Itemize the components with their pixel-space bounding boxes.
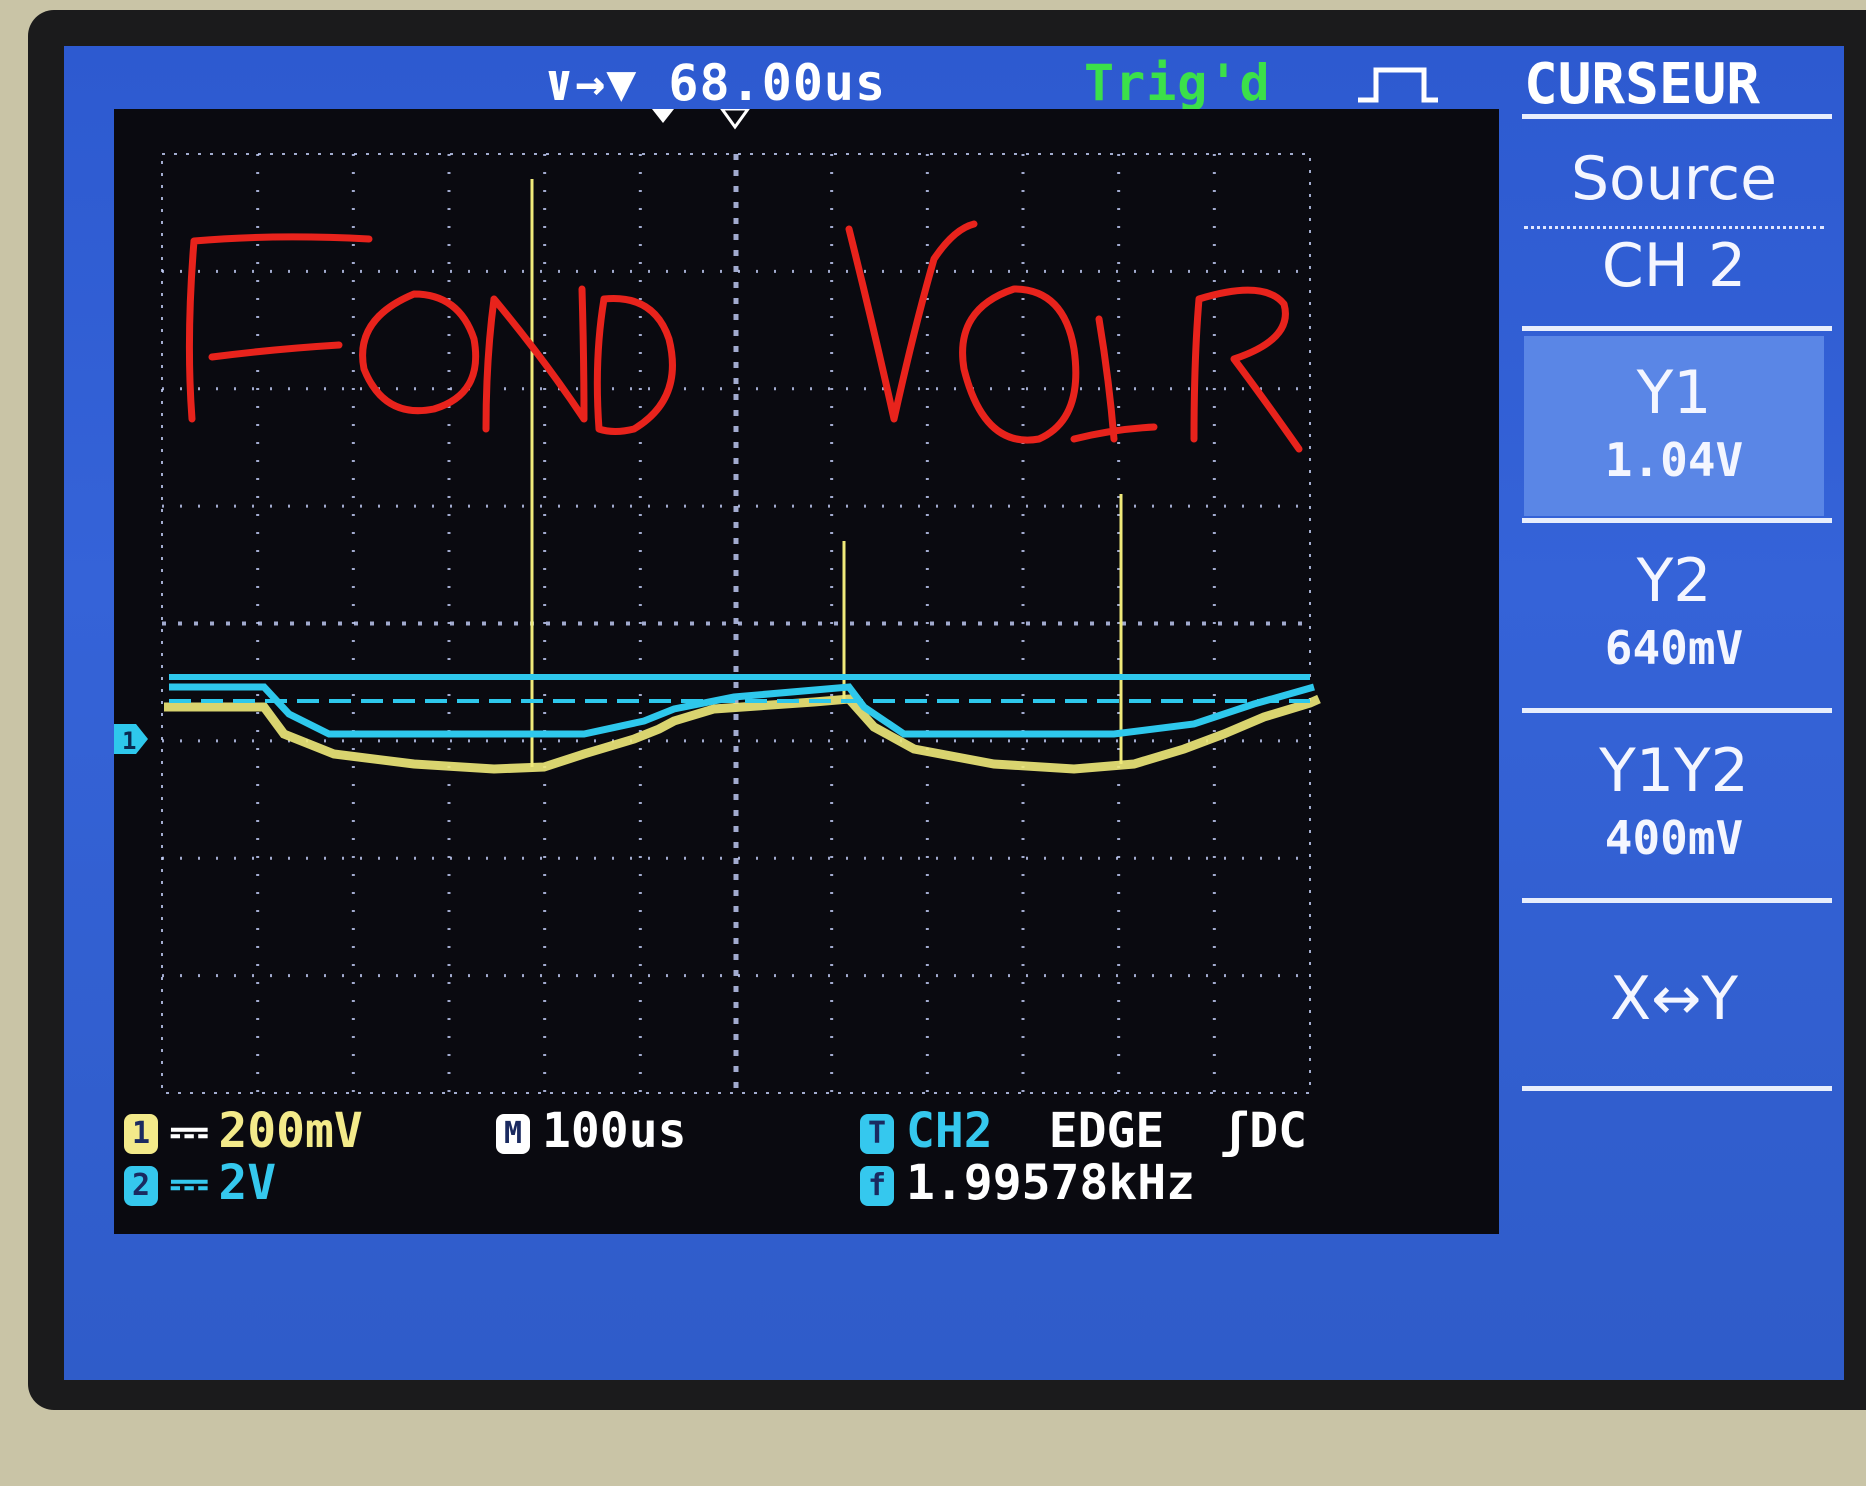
menu-divider <box>1522 518 1832 523</box>
horizontal-position-readout: ∨→▼ 68.00us <box>544 54 887 112</box>
trigger-position-marker <box>652 109 674 123</box>
trigger-source: CH2 <box>906 1103 993 1159</box>
menu-divider <box>1522 1086 1832 1091</box>
ch1-scale: 200mV <box>218 1103 363 1159</box>
ch1-badge: 1 <box>124 1114 158 1154</box>
handwritten-annotation-stroke <box>593 295 676 435</box>
handwritten-annotation-stroke <box>482 285 588 433</box>
ch2-badge: 2 <box>124 1166 158 1206</box>
dc-coupling-icon: ⎓ <box>170 1155 209 1211</box>
ch2-scale-readout[interactable]: 2 ⎓ 2V <box>124 1153 276 1213</box>
timebase: 100us <box>542 1103 687 1159</box>
menu-cursor-mode[interactable]: X↔Y <box>1524 908 1824 1088</box>
cursor-mode-label: X↔Y <box>1609 964 1739 1034</box>
menu-source[interactable]: Source <box>1524 142 1824 226</box>
handwritten-annotation-stroke <box>959 285 1080 444</box>
trigger-pulse-icon <box>1358 67 1438 103</box>
trigger-type: EDGE <box>1048 1103 1165 1159</box>
y2-label: Y2 <box>1636 546 1712 616</box>
source-value: CH 2 <box>1601 231 1747 301</box>
y1-value: 1.04V <box>1604 433 1744 487</box>
frequency: 1.99578kHz <box>906 1155 1195 1211</box>
horizontal-center-marker <box>720 109 750 130</box>
handwritten-annotation-stroke <box>1190 286 1303 453</box>
handwritten-annotation-stroke <box>1070 315 1158 443</box>
delta-y-value: 400mV <box>1604 811 1744 865</box>
ch1-scale-readout[interactable]: 1 ⎓ 200mV <box>124 1101 363 1161</box>
menu-source-label: Source <box>1570 144 1778 214</box>
frequency-readout: f 1.99578kHz <box>860 1153 1195 1213</box>
menu-divider <box>1522 898 1832 903</box>
menu-divider <box>1522 114 1832 119</box>
handwritten-annotation-stroke <box>185 233 373 423</box>
menu-y1-cursor[interactable]: Y1 1.04V <box>1524 336 1824 516</box>
y2-value: 640mV <box>1604 621 1744 675</box>
waveform-screen: 1 <box>114 109 1499 1234</box>
menu-y2-cursor[interactable]: Y2 640mV <box>1524 526 1824 706</box>
timebase-badge: M <box>496 1114 530 1154</box>
frequency-badge: f <box>860 1166 894 1206</box>
delta-y-label: Y1Y2 <box>1599 736 1749 806</box>
menu-title: CURSEUR <box>1524 52 1761 117</box>
handwritten-annotation-stroke <box>359 290 480 415</box>
menu-source-value[interactable]: CH 2 <box>1524 226 1824 301</box>
trigger-source-badge: T <box>860 1114 894 1154</box>
trigger-status: Trig'd <box>1084 54 1271 112</box>
trigger-coupling: ʃDC <box>1220 1103 1307 1159</box>
trigger-readout[interactable]: T CH2 EDGE ʃDC <box>860 1101 1307 1161</box>
menu-divider <box>1522 326 1832 331</box>
waveform-plot: 1 <box>114 109 1321 1094</box>
oscilloscope-display: ∨→▼ 68.00us Trig'd CURSEUR 1 Source CH 2… <box>64 46 1844 1380</box>
timebase-readout[interactable]: M 100us <box>496 1101 687 1161</box>
menu-divider <box>1522 708 1832 713</box>
ch2-scale: 2V <box>218 1155 277 1211</box>
y1-label: Y1 <box>1636 358 1712 428</box>
menu-delta-y[interactable]: Y1Y2 400mV <box>1524 716 1824 896</box>
ch1-ground-marker-label: 1 <box>122 727 136 755</box>
dc-coupling-icon: ⎓ <box>170 1103 209 1159</box>
